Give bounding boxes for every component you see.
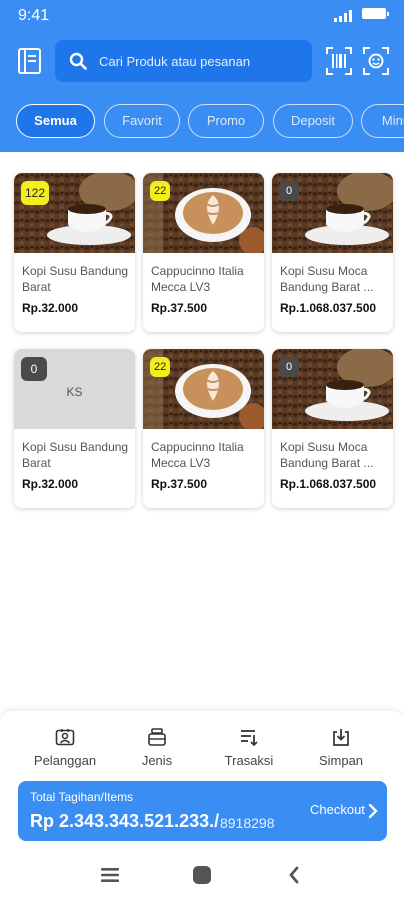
list-sort-icon <box>241 730 258 747</box>
product-name: Kopi Susu Bandung Barat <box>22 264 129 294</box>
product-card[interactable]: 22 Cappucinno Italia Mecca LV3 Rp.37.500 <box>143 349 264 508</box>
product-card[interactable]: KS 0 Kopi Susu Bandung Barat Rp.32.000 <box>14 349 135 508</box>
total-items: 8918298 <box>220 815 275 831</box>
search-icon <box>69 52 87 75</box>
product-card[interactable]: 0 Kopi Susu Moca Bandung Barat ... Rp.1.… <box>272 349 393 508</box>
product-card[interactable]: 22 Cappucinno Italia Mecca LV3 Rp.37.500 <box>143 173 264 332</box>
stock-badge: 22 <box>150 181 171 201</box>
action-jenis[interactable]: Jenis <box>117 727 197 771</box>
product-name: Cappucinno Italia Mecca LV3 <box>151 440 244 470</box>
product-name: Kopi Susu Moca Bandung Barat ... <box>280 264 374 294</box>
status-time: 9:41 <box>18 7 50 24</box>
bottom-panel: Pelanggan Jenis Trasaksi Simpan Total Ta… <box>0 711 404 900</box>
product-price: Rp.1.068.037.500 <box>280 301 377 315</box>
product-name: Kopi Susu Bandung Barat <box>22 440 129 470</box>
chevron-right-icon <box>368 803 378 824</box>
tab-favorit[interactable]: Favorit <box>104 104 180 138</box>
stock-badge: 122 <box>21 181 50 205</box>
home-icon[interactable] <box>193 866 211 889</box>
barcode-scan-icon[interactable] <box>325 46 353 76</box>
product-price: Rp.32.000 <box>22 477 79 491</box>
action-trasaksi[interactable]: Trasaksi <box>209 727 289 771</box>
category-tabs: Semua Favorit Promo Deposit Minu <box>16 104 404 138</box>
stock-badge: 0 <box>279 181 299 201</box>
product-price: Rp.37.500 <box>151 477 208 491</box>
product-card[interactable]: 122 Kopi Susu Bandung Barat Rp.32.000 <box>14 173 135 332</box>
action-simpan[interactable]: Simpan <box>301 727 381 771</box>
action-label: Trasaksi <box>224 753 274 768</box>
checkout-bar[interactable]: Total Tagihan/Items Rp 2.343.343.521.233… <box>18 781 387 841</box>
face-scan-icon[interactable] <box>362 46 390 76</box>
system-nav-bar <box>0 861 404 891</box>
product-price: Rp.37.500 <box>151 301 208 315</box>
search-bar[interactable] <box>55 40 312 82</box>
recents-icon[interactable] <box>101 867 119 888</box>
total-title: Total Tagihan/Items <box>30 790 134 804</box>
save-download-icon <box>333 729 349 746</box>
action-pelanggan[interactable]: Pelanggan <box>25 727 105 771</box>
total-amount: Rp 2.343.343.521.233./ <box>30 811 220 831</box>
action-label: Jenis <box>141 753 173 768</box>
action-label: Pelanggan <box>33 753 97 768</box>
product-name: Cappucinno Italia Mecca LV3 <box>151 264 244 294</box>
product-card[interactable]: 0 Kopi Susu Moca Bandung Barat ... Rp.1.… <box>272 173 393 332</box>
app-header: 9:41 Cari Produk atau pesanan Semua Favo… <box>0 0 404 152</box>
stock-badge: 0 <box>279 357 299 377</box>
catalog-menu-icon[interactable] <box>17 48 43 74</box>
product-name: Kopi Susu Moca Bandung Barat ... <box>280 440 374 470</box>
tab-promo[interactable]: Promo <box>188 104 264 138</box>
search-input[interactable] <box>99 40 304 82</box>
tab-minuman[interactable]: Minu <box>361 104 404 138</box>
status-bar: 9:41 <box>0 0 404 34</box>
product-price: Rp.1.068.037.500 <box>280 477 377 491</box>
tab-semua[interactable]: Semua <box>16 104 95 138</box>
checkout-button[interactable]: Checkout <box>310 802 365 817</box>
product-initials: KS <box>66 385 83 399</box>
stock-badge: 22 <box>150 357 171 377</box>
back-icon[interactable] <box>288 866 300 889</box>
customer-card-icon <box>55 729 75 746</box>
signal-icon <box>334 9 354 27</box>
tab-deposit[interactable]: Deposit <box>273 104 353 138</box>
product-price: Rp.32.000 <box>22 301 79 315</box>
stock-badge: 0 <box>21 357 47 381</box>
action-label: Simpan <box>318 753 364 768</box>
stack-icon <box>148 728 166 746</box>
battery-icon <box>362 8 389 19</box>
